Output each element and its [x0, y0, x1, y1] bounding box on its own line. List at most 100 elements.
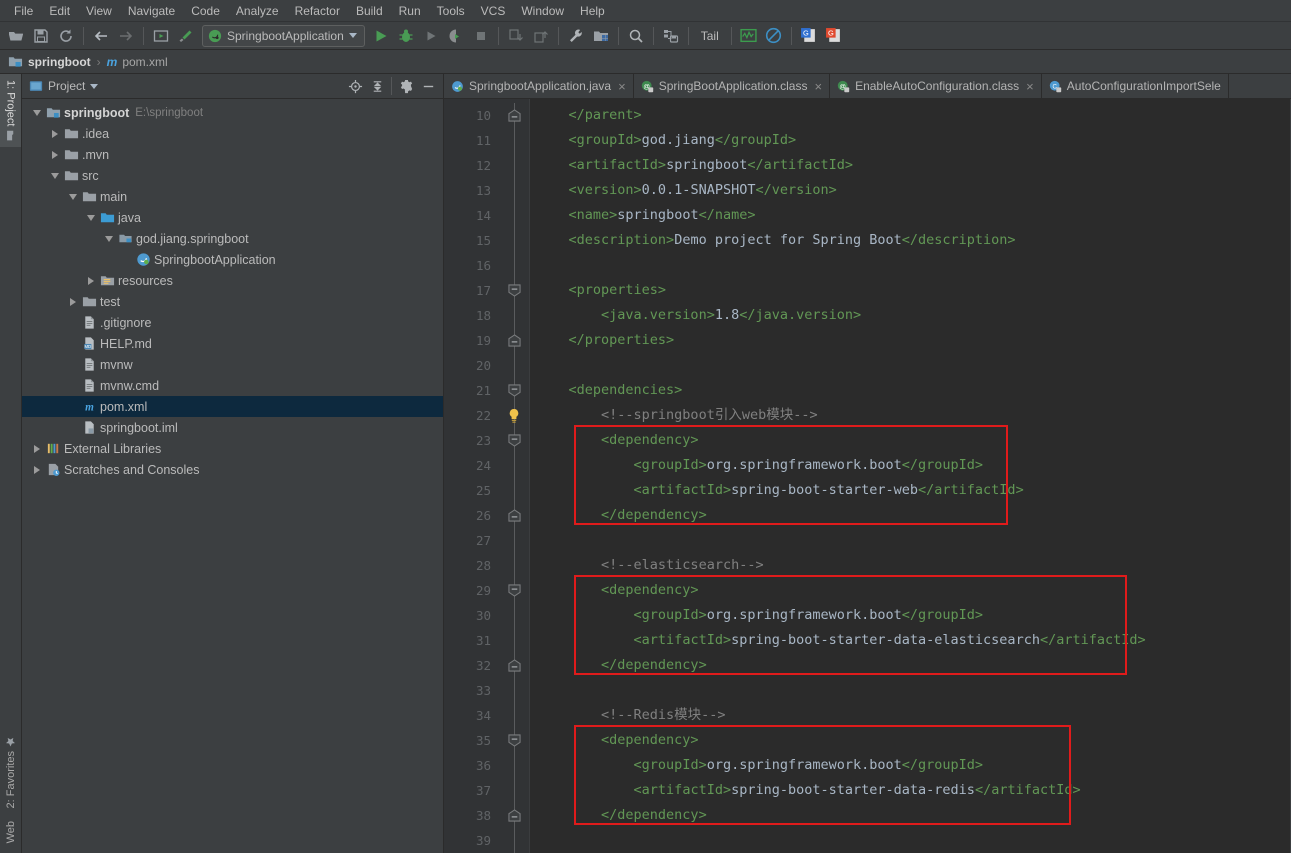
menu-item-navigate[interactable]: Navigate	[120, 1, 183, 21]
chevron-right-icon[interactable]	[84, 276, 98, 285]
code-content[interactable]: </parent> <groupId>god.jiang</groupId> <…	[530, 99, 1291, 853]
stop-icon[interactable]	[469, 24, 493, 48]
code-line[interactable]: <properties>	[530, 278, 1291, 303]
tree-item-idea[interactable]: .idea	[22, 123, 443, 144]
code-line[interactable]: <name>springboot</name>	[530, 203, 1291, 228]
open-folder-icon[interactable]	[4, 24, 28, 48]
chevron-right-icon[interactable]	[30, 444, 44, 453]
breadcrumb-project[interactable]: springboot	[28, 55, 91, 69]
chevron-right-icon[interactable]	[30, 465, 44, 474]
menu-item-build[interactable]: Build	[348, 1, 391, 21]
back-arrow-icon[interactable]	[89, 24, 113, 48]
code-line[interactable]: <!--springboot引入web模块-->	[530, 403, 1291, 428]
build-hammer-icon[interactable]	[174, 24, 198, 48]
debug-icon[interactable]	[394, 24, 418, 48]
code-line[interactable]: <artifactId>spring-boot-starter-data-red…	[530, 778, 1291, 803]
tree-item-god-jiang-springboot[interactable]: god.jiang.springboot	[22, 228, 443, 249]
tree-item-scratches-and-consoles[interactable]: Scratches and Consoles	[22, 459, 443, 480]
tree-item-help-md[interactable]: MD HELP.md	[22, 333, 443, 354]
code-line[interactable]: </dependency>	[530, 503, 1291, 528]
menu-item-vcs[interactable]: VCS	[473, 1, 514, 21]
editor-tab-enableautoconfiguration-class[interactable]: @ EnableAutoConfiguration.class ×	[830, 74, 1042, 98]
chevron-down-icon[interactable]	[90, 83, 99, 89]
code-line[interactable]: <!--Redis模块-->	[530, 703, 1291, 728]
fold-cell[interactable]	[500, 578, 529, 603]
code-line[interactable]: <dependency>	[530, 728, 1291, 753]
tree-item-springboot-iml[interactable]: springboot.iml	[22, 417, 443, 438]
run-icon[interactable]	[369, 24, 393, 48]
code-line[interactable]: </dependency>	[530, 653, 1291, 678]
tail-button[interactable]: Tail	[694, 29, 726, 43]
close-icon[interactable]: ×	[1026, 79, 1034, 94]
menu-item-refactor[interactable]: Refactor	[287, 1, 348, 21]
collapse-all-icon[interactable]	[367, 76, 387, 96]
code-line[interactable]: <groupId>org.springframework.boot</group…	[530, 603, 1291, 628]
update-project-icon[interactable]	[504, 24, 528, 48]
menu-item-analyze[interactable]: Analyze	[228, 1, 287, 21]
project-structure-icon[interactable]	[589, 24, 613, 48]
fold-cell[interactable]	[500, 803, 529, 828]
fold-cell[interactable]	[500, 728, 529, 753]
forward-arrow-icon[interactable]	[114, 24, 138, 48]
code-line[interactable]: <groupId>god.jiang</groupId>	[530, 128, 1291, 153]
tool-window-project[interactable]: 1: Project	[0, 74, 21, 148]
code-line[interactable]: </parent>	[530, 103, 1291, 128]
code-line[interactable]: <dependency>	[530, 578, 1291, 603]
fold-cell[interactable]	[500, 378, 529, 403]
code-line[interactable]	[530, 353, 1291, 378]
menu-item-tools[interactable]: Tools	[429, 1, 473, 21]
fold-cell[interactable]	[500, 278, 529, 303]
tree-item-src[interactable]: src	[22, 165, 443, 186]
monitor-icon[interactable]	[737, 24, 761, 48]
code-line[interactable]: <artifactId>springboot</artifactId>	[530, 153, 1291, 178]
code-line[interactable]	[530, 678, 1291, 703]
fold-cell[interactable]	[500, 328, 529, 353]
code-editor[interactable]: 10 11 12 13 14 15 16 17 18 19 20 21 22 23 24 25 26 27 28 29…	[444, 99, 1291, 853]
code-line[interactable]: </properties>	[530, 328, 1291, 353]
tree-item-pom-xml[interactable]: m pom.xml	[22, 396, 443, 417]
gear-icon[interactable]	[396, 76, 416, 96]
editor-tab-autoconfigurationimportsele[interactable]: C AutoConfigurationImportSele	[1042, 74, 1229, 98]
chevron-down-icon[interactable]	[102, 235, 116, 242]
fold-cell[interactable]	[500, 103, 529, 128]
fold-cell[interactable]	[500, 653, 529, 678]
code-line[interactable]: <version>0.0.1-SNAPSHOT</version>	[530, 178, 1291, 203]
tool-window-favorites[interactable]: 2: Favorites	[2, 730, 20, 814]
fold-cell[interactable]	[500, 503, 529, 528]
code-line[interactable]	[530, 828, 1291, 853]
google-doc-blue-icon[interactable]: G	[797, 24, 821, 48]
tool-window-web[interactable]: Web	[2, 815, 20, 849]
menu-item-run[interactable]: Run	[391, 1, 429, 21]
close-icon[interactable]: ×	[618, 79, 626, 94]
code-line[interactable]: <groupId>org.springframework.boot</group…	[530, 453, 1291, 478]
code-line[interactable]	[530, 528, 1291, 553]
search-everywhere-icon[interactable]	[624, 24, 648, 48]
chevron-down-icon[interactable]	[66, 193, 80, 200]
tree-item-mvnw[interactable]: mvnw	[22, 354, 443, 375]
code-line[interactable]: <groupId>org.springframework.boot</group…	[530, 753, 1291, 778]
menu-item-window[interactable]: Window	[513, 1, 572, 21]
editor-tab-springbootapplication-class[interactable]: @ SpringBootApplication.class ×	[634, 74, 831, 98]
code-line[interactable]: <dependency>	[530, 428, 1291, 453]
save-icon[interactable]	[29, 24, 53, 48]
code-line[interactable]: <artifactId>spring-boot-starter-web</art…	[530, 478, 1291, 503]
commit-icon[interactable]	[529, 24, 553, 48]
locate-target-icon[interactable]	[345, 76, 365, 96]
database-icon[interactable]	[659, 24, 683, 48]
settings-wrench-icon[interactable]	[564, 24, 588, 48]
breadcrumb-file[interactable]: pom.xml	[122, 55, 167, 69]
tree-item-mvn[interactable]: .mvn	[22, 144, 443, 165]
code-line[interactable]: <dependencies>	[530, 378, 1291, 403]
tree-item-springboot[interactable]: springboot E:\springboot	[22, 102, 443, 123]
tree-item-resources[interactable]: resources	[22, 270, 443, 291]
menu-item-view[interactable]: View	[78, 1, 120, 21]
tree-item-java[interactable]: java	[22, 207, 443, 228]
code-folding-gutter[interactable]	[500, 99, 530, 853]
code-line[interactable]: </dependency>	[530, 803, 1291, 828]
menu-item-edit[interactable]: Edit	[41, 1, 78, 21]
chevron-right-icon[interactable]	[48, 129, 62, 138]
chevron-down-icon[interactable]	[48, 172, 62, 179]
chevron-down-icon[interactable]	[84, 214, 98, 221]
tree-item-gitignore[interactable]: .gitignore	[22, 312, 443, 333]
tree-item-main[interactable]: main	[22, 186, 443, 207]
